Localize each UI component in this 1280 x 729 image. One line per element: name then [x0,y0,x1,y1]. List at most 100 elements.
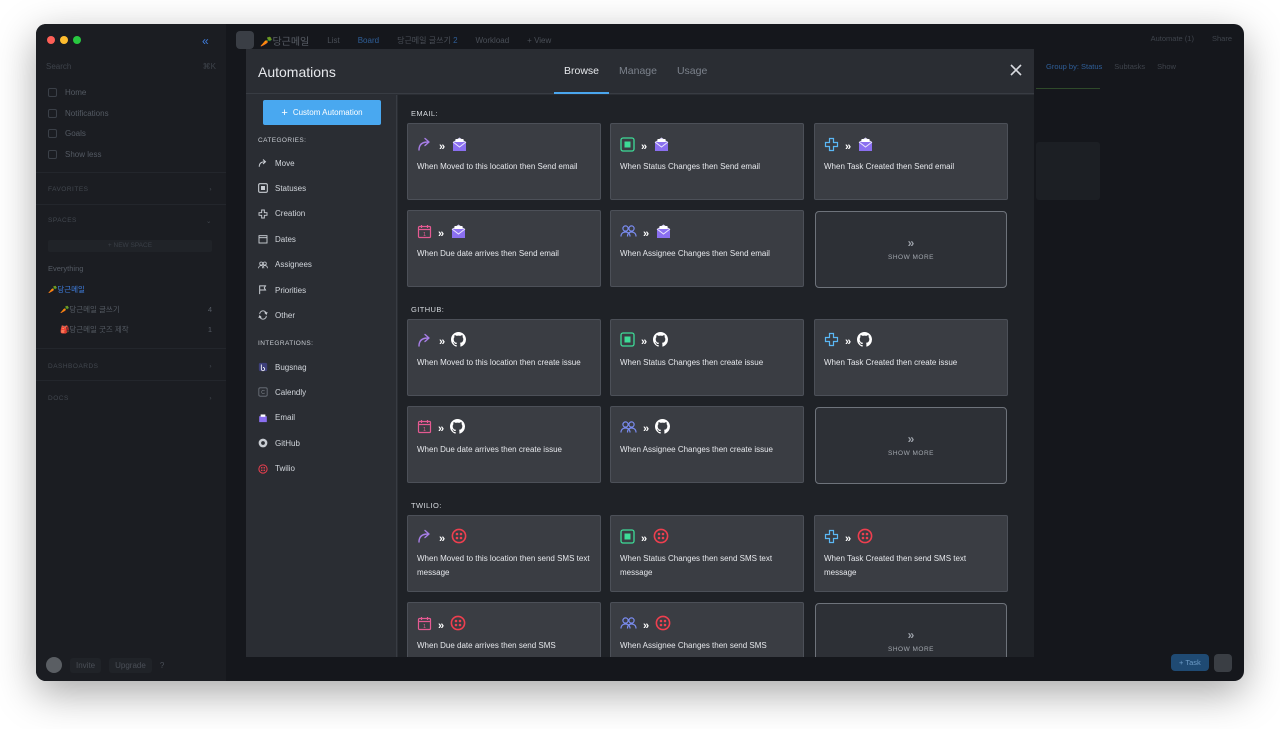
automation-card-create-github[interactable]: » When Task Created then create issue [814,319,1008,396]
automation-card-date-email[interactable]: 1» When Due date arrives then Send email [407,210,601,287]
double-chevron-icon: » [439,532,446,545]
automation-card-assignee-twilio[interactable]: » When Assignee Changes then send SMS [610,602,804,657]
integration-item-email[interactable]: Email [258,413,295,423]
divider [36,172,226,173]
close-window-button[interactable] [47,36,55,44]
double-chevron-icon: » [907,628,915,642]
show-more-twilio-button[interactable]: » SHOW MORE [815,603,1007,657]
automation-templates: EMAIL: » When Moved to this location then … [398,95,1034,657]
automation-description: When Task Created then create issue [824,356,1000,370]
automation-card-assignee-email[interactable]: » When Assignee Changes then Send email [610,210,804,287]
category-label: Priorities [275,285,307,295]
board-toolbar: Group by: Status Subtasks Show [1046,62,1176,71]
category-item-creation[interactable]: Creation [258,209,305,219]
apps-button[interactable] [1214,654,1232,672]
category-item-assignees[interactable]: Assignees [258,260,312,270]
show-more-github-button[interactable]: » SHOW MORE [815,407,1007,484]
sidebar-item-show-less[interactable]: Show less [48,150,101,159]
custom-automation-button[interactable]: + Custom Automation [263,100,381,125]
collapse-sidebar-icon[interactable]: « [202,34,209,48]
twilio-icon [451,528,467,549]
view-tab-board[interactable]: Board [358,36,379,45]
svg-text:1: 1 [423,427,426,433]
tab-browse[interactable]: Browse [554,49,610,94]
subtasks-button[interactable]: Subtasks [1114,62,1145,71]
github-icon [258,438,268,448]
view-tab-doc[interactable]: 당근메일 글쓰기 2 [397,35,457,46]
space-item-list[interactable]: 🎒당근메일 굿즈 제작 1 [48,324,212,335]
automation-card-assignee-github[interactable]: » When Assignee Changes then create issue [610,406,804,483]
docs-header[interactable]: DOCS › [48,395,212,402]
automation-card-create-twilio[interactable]: » When Task Created then send SMS text me… [814,515,1008,592]
double-chevron-icon: » [641,532,648,545]
show-button[interactable]: Show [1157,62,1176,71]
upgrade-button[interactable]: Upgrade [109,657,152,673]
automation-card-date-twilio[interactable]: 1» When Due date arrives then send SMS [407,602,601,657]
favorites-header[interactable]: FAVORITES › [48,186,212,193]
automation-card-move-email[interactable]: » When Moved to this location then Send e… [407,123,601,200]
automation-card-move-twilio[interactable]: » When Moved to this location then send S… [407,515,601,592]
tab-usage[interactable]: Usage [667,49,717,94]
automation-card-status-twilio[interactable]: » When Status Changes then send SMS text … [610,515,804,592]
avatar[interactable] [46,657,62,673]
modal-header: Automations Browse Manage Usage [246,49,1034,94]
trigger-text: When Moved to this location then [417,162,538,171]
status-square-icon [258,183,268,194]
arrow-up-icon [48,150,57,159]
space-count: 4 [207,305,212,314]
view-tab-workload[interactable]: Workload [476,36,510,45]
group-by-button[interactable]: Group by: Status [1046,62,1102,71]
card-icons: 1» [417,419,466,439]
show-more-email-button[interactable]: » SHOW MORE [815,211,1007,288]
automation-card-status-email[interactable]: » When Status Changes then Send email [610,123,804,200]
minimize-window-button[interactable] [60,36,68,44]
card-icons: » [620,528,669,549]
category-item-move[interactable]: Move [258,158,295,168]
integration-item-twilio[interactable]: Twilio [258,463,295,474]
sidebar-search[interactable]: Search ⌘K [46,58,216,74]
window-controls [47,36,81,44]
invite-button[interactable]: Invite [70,657,102,673]
integration-item-bugsnag[interactable]: Bugsnag [258,362,307,372]
category-item-dates[interactable]: Dates [258,234,296,244]
category-item-other[interactable]: Other [258,310,295,320]
new-space-button[interactable]: + NEW SPACE [48,240,212,252]
automation-description: When Due date arrives then create issue [417,443,593,457]
automate-button[interactable]: Automate (1) [1151,34,1194,43]
tab-manage[interactable]: Manage [609,49,667,94]
email-icon [655,223,672,244]
trigger-text: When Assignee Changes then [620,445,730,454]
card-icons: » [417,528,467,549]
help-icon[interactable]: ? [160,661,164,670]
space-item-active[interactable]: 🥕당근메일 [48,284,212,295]
automation-card-move-github[interactable]: » When Moved to this location then create… [407,319,601,396]
category-item-statuses[interactable]: Statuses [258,183,306,194]
maximize-window-button[interactable] [73,36,81,44]
view-tab-list[interactable]: List [327,36,339,45]
space-item-everything[interactable]: Everything [48,264,212,273]
plus-icon [824,137,839,157]
board-card[interactable] [1036,142,1100,200]
automation-description: When Assignee Changes then Send email [620,247,796,261]
action-text: Send email [720,162,761,171]
add-view-button[interactable]: + View [527,36,551,45]
board-column-header [1036,88,1100,89]
topbar-actions: Automate (1) Share [1151,34,1232,43]
sidebar-item-home[interactable]: Home [48,88,86,97]
share-button[interactable]: Share [1212,34,1232,43]
automation-card-status-github[interactable]: » When Status Changes then create issue [610,319,804,396]
automation-description: When Moved to this location then send SM… [417,552,593,580]
automation-card-date-github[interactable]: 1» When Due date arrives then create issu… [407,406,601,483]
add-task-button[interactable]: + Task [1171,654,1209,671]
action-text: create issue [537,358,581,367]
space-item-list[interactable]: 🥕당근메일 글쓰기 4 [48,304,212,315]
spaces-header[interactable]: SPACES ⌄ [48,217,212,225]
category-item-priorities[interactable]: Priorities [258,285,306,295]
close-icon[interactable] [1008,62,1024,78]
dashboards-header[interactable]: DASHBOARDS › [48,363,212,370]
sidebar-item-notifications[interactable]: Notifications [48,109,109,118]
sidebar-item-goals[interactable]: Goals [48,129,86,138]
integration-item-calendly[interactable]: C Calendly [258,387,306,397]
automation-card-create-email[interactable]: » When Task Created then Send email [814,123,1008,200]
integration-item-github[interactable]: GitHub [258,438,300,448]
